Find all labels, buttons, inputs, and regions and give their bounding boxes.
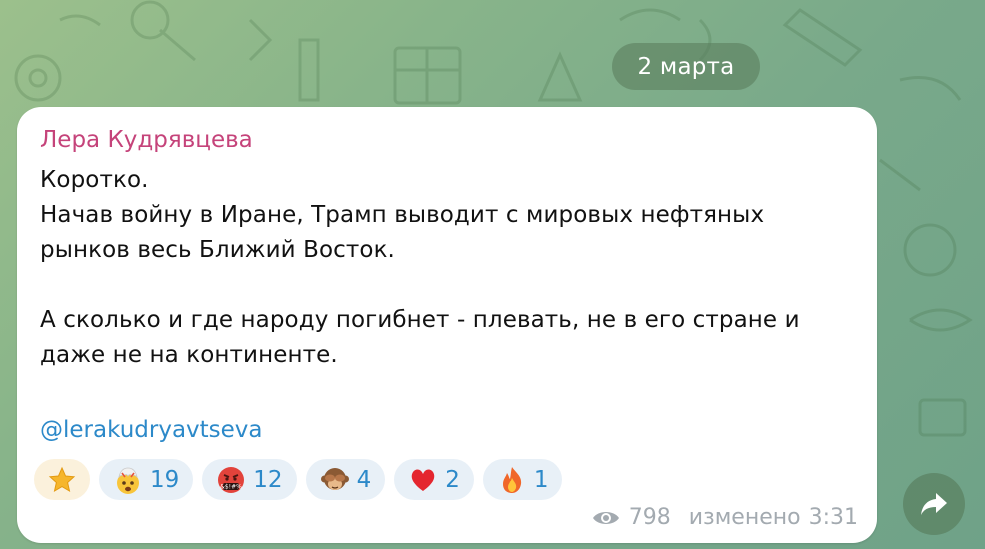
eye-icon [592,511,619,524]
reaction-red-heart[interactable]: 2 [394,459,474,500]
reaction-fire[interactable]: 1 [482,459,563,500]
reaction-count: 1 [533,466,549,493]
channel-link[interactable]: @lerakudryavtseva [40,417,263,443]
red-heart-icon [411,469,435,491]
message-text-line: даже не на континенте. [40,342,338,368]
fire-icon [502,466,521,493]
message-meta: 798 изменено 3:31 [591,505,858,530]
share-arrow-icon [921,493,947,515]
reactions-bar: 19 &$!#% 12 4 2 1 [34,459,563,500]
reaction-count: 2 [445,466,460,493]
see-no-evil-monkey-icon [320,467,349,490]
reaction-count: 12 [253,466,283,493]
message-text-line: Начав войну в Иране, Трамп выводит с мир… [40,202,765,228]
cursing-face-icon: &$!#% [218,466,245,493]
reaction-see-no-evil-monkey[interactable]: 4 [305,459,386,500]
message-time: 3:31 [808,505,858,530]
star-icon [48,466,76,492]
exploding-head-icon [117,467,139,494]
reaction-count: 4 [356,466,372,493]
message-bubble[interactable]: Лера Кудрявцева Коротко. Начав войну в И… [17,107,877,543]
message-text-line: рынков весь Ближий Восток. [40,237,395,263]
edited-label: изменено [688,505,801,530]
reaction-count: 19 [150,466,180,493]
message-text-line: А сколько и где народу погибнет - плеват… [40,307,800,333]
message-text-line: Коротко. [40,167,149,193]
date-separator: 2 марта [612,43,760,90]
svg-text:&$!#%: &$!#% [220,483,242,490]
reaction-exploding-head[interactable]: 19 [99,459,194,500]
reaction-cursing-face[interactable]: &$!#% 12 [202,459,297,500]
views-count: 798 [628,505,671,530]
forward-button[interactable] [903,473,965,535]
sender-name[interactable]: Лера Кудрявцева [40,127,253,153]
reaction-star[interactable] [34,459,90,500]
